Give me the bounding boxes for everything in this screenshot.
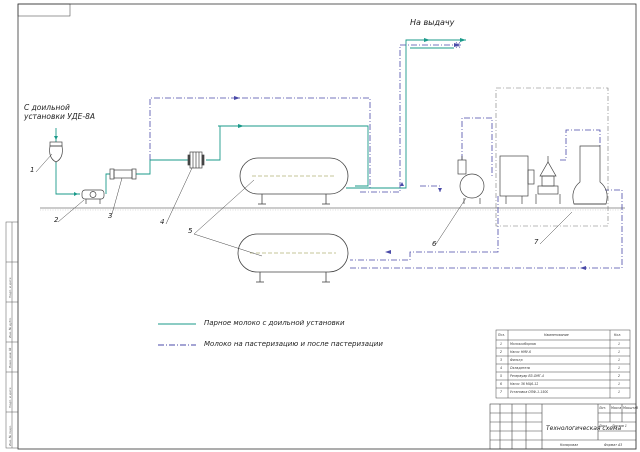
source-label-line1: С доильной xyxy=(24,103,70,112)
callout-4: 4 xyxy=(160,218,165,226)
callout-3: 3 xyxy=(108,212,113,220)
spec-row-qty: 1 xyxy=(618,350,621,354)
spec-row-qty: 1 xyxy=(618,366,621,370)
sheet-frame xyxy=(17,3,637,450)
side-stamp-texts: Инв. № подл. Подп. и дата Взам. инв. № И… xyxy=(8,277,12,446)
spec-row-name: Насос НМУ-6 xyxy=(510,350,532,354)
spec-table xyxy=(495,329,631,399)
title-scale: Масштаб xyxy=(623,406,639,410)
spec-row-name: Молокосборник xyxy=(510,342,537,346)
filter xyxy=(109,168,137,180)
spec-row-qty: 1 xyxy=(618,382,621,386)
callout-7: 7 xyxy=(534,238,539,246)
spec-row-pos: 4 xyxy=(500,366,503,370)
spec-row-name: Резервуар ВЗ-ОМГ-4 xyxy=(510,374,544,378)
pump-36mc xyxy=(457,156,485,204)
spec-row-pos: 7 xyxy=(500,390,503,394)
pump-nmu xyxy=(81,189,105,204)
raw-milk-arrows xyxy=(54,38,466,196)
callout-2: 2 xyxy=(54,216,59,224)
spec-row-qty: 1 xyxy=(618,390,621,394)
separator xyxy=(535,156,561,204)
output-label: На выдачу xyxy=(410,18,455,27)
spec-row-pos: 2 xyxy=(500,350,503,354)
spec-row-name: Насос 36 МЦ6-12 xyxy=(510,382,539,386)
legend-raw-milk-label: Парное молоко с доильной установки xyxy=(204,319,345,327)
callout-1: 1 xyxy=(30,166,35,174)
legend-pasteurized-label: Молоко на пастеризацию и после пастериза… xyxy=(204,340,383,348)
title-mass: Масса xyxy=(611,406,622,410)
tank-upper xyxy=(239,157,349,205)
title-lit: Лит. xyxy=(599,406,607,410)
technological-scheme-drawing: Инв. № подл. Подп. и дата Взам. инв. № И… xyxy=(5,3,637,450)
spec-header-name: Наименование xyxy=(544,333,569,337)
spec-row-qty: 1 xyxy=(618,358,621,362)
side-stamp-cell: Инв. № дубл. xyxy=(8,317,12,338)
spec-row-pos: 5 xyxy=(500,374,503,378)
side-stamp-cell: Подп. и дата xyxy=(8,387,12,408)
title-sheets: Листов 1 xyxy=(612,424,627,428)
spec-row-name: Установка ОПФ-1-1500 xyxy=(510,390,549,394)
spec-row-qty: 1 xyxy=(618,342,621,346)
pasteurization-unit-frame xyxy=(495,87,609,227)
side-stamp-cell: Взам. инв. № xyxy=(8,348,12,368)
pasteurization-line xyxy=(149,44,623,269)
callout-5: 5 xyxy=(188,227,193,235)
callout-6: 6 xyxy=(432,240,437,248)
drawing-title: Технологическая схема xyxy=(546,425,622,432)
spec-row-pos: 6 xyxy=(500,382,503,386)
side-stamp-cell: Подп. и дата xyxy=(8,277,12,298)
raw-milk-line xyxy=(55,39,466,195)
title-format: Формат А3 xyxy=(604,443,623,447)
pasteurization-arrows xyxy=(234,43,586,270)
cooling-tower xyxy=(572,145,608,205)
side-stamp-cell: Инв. № подл. xyxy=(8,425,12,446)
title-copied: Копировал xyxy=(560,443,579,447)
source-label-line2: установки УДЕ-8А xyxy=(24,112,96,121)
milk-collector xyxy=(49,141,63,163)
spec-row-pos: 3 xyxy=(500,358,503,362)
pasteurizer-housing xyxy=(499,155,535,204)
tank-lower xyxy=(237,233,349,283)
cooler xyxy=(187,151,205,169)
spec-header-pos: Поз. xyxy=(498,333,506,337)
title-sheet: Лист xyxy=(599,424,608,428)
spec-row-name: Охладитель xyxy=(510,366,531,370)
spec-row-qty: 2 xyxy=(618,374,621,378)
spec-row-name: Фильтр xyxy=(510,358,523,362)
spec-row-pos: 1 xyxy=(500,342,503,346)
spec-header-qty: Кол. xyxy=(614,333,622,337)
